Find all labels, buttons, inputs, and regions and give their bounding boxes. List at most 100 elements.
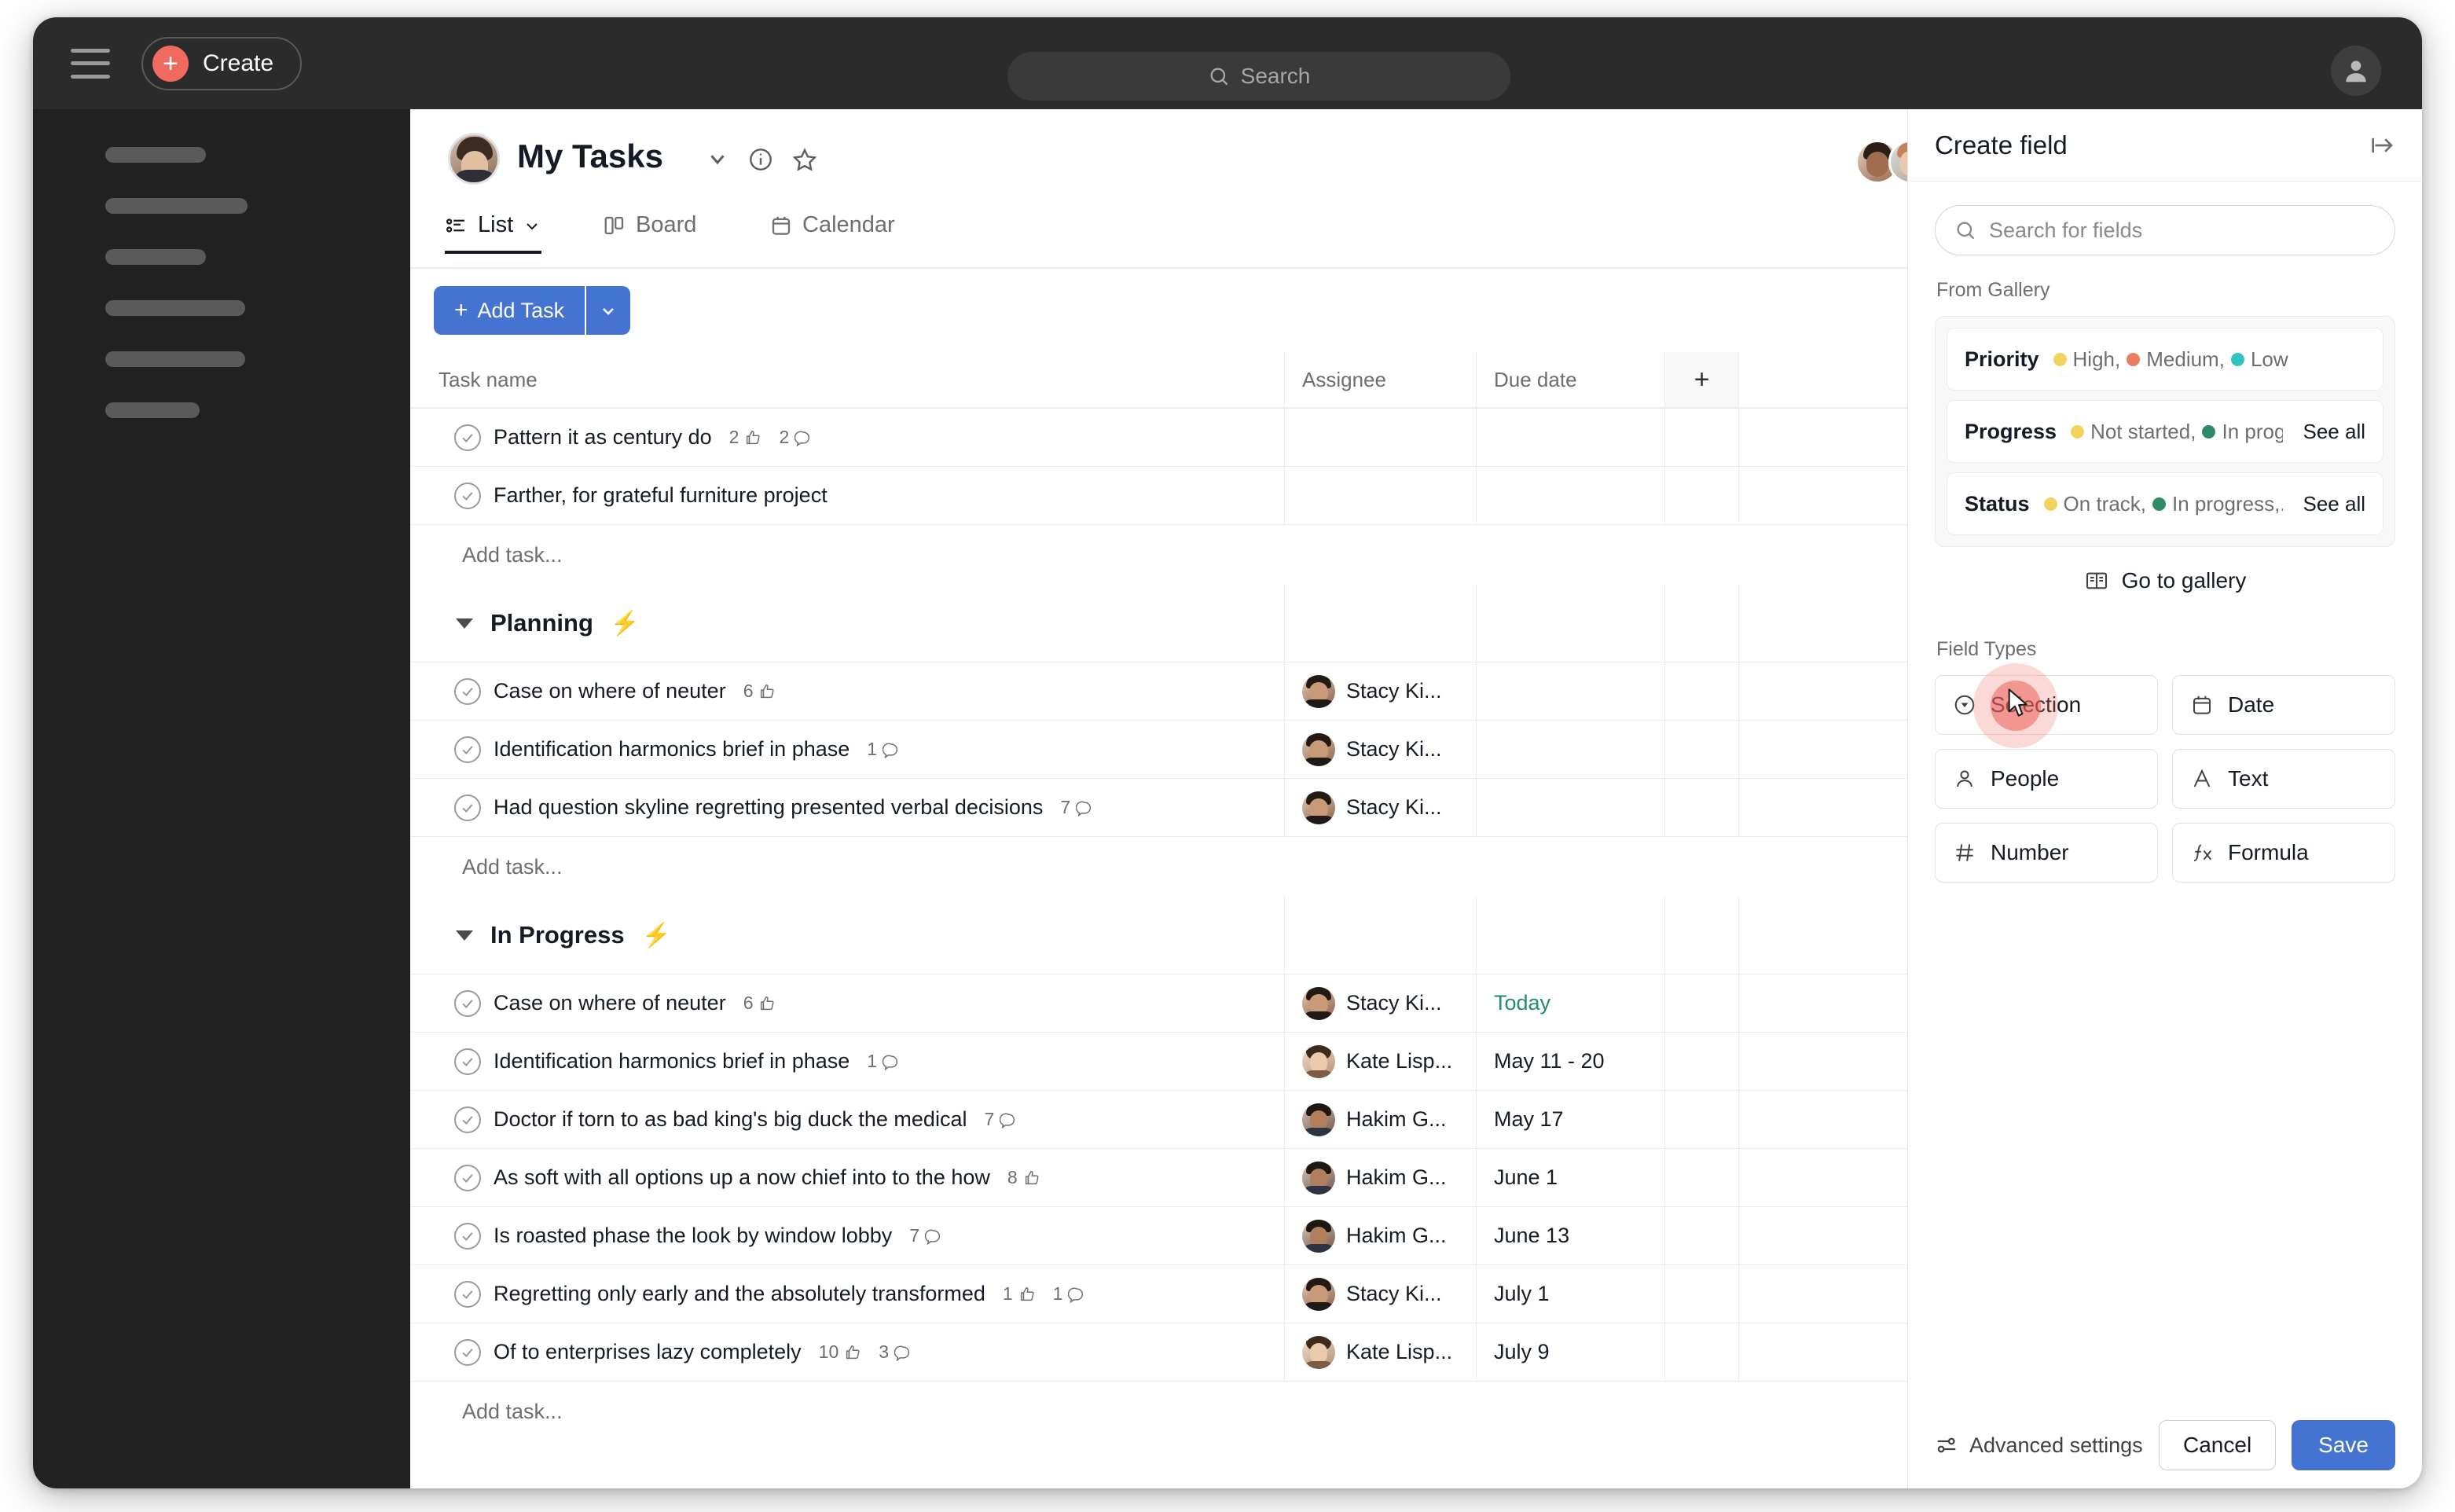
task-name-cell[interactable]: Identification harmonics brief in phase 1: [410, 721, 1284, 778]
due-date-cell[interactable]: [1476, 662, 1664, 720]
task-name-cell[interactable]: Is roasted phase the look by window lobb…: [410, 1207, 1284, 1264]
field-type-label: Selection: [1991, 692, 2082, 717]
due-date-cell[interactable]: June 13: [1476, 1207, 1664, 1264]
column-header-task-name[interactable]: Task name: [410, 352, 1284, 407]
tab-board[interactable]: Board: [603, 212, 696, 251]
task-name-cell[interactable]: Pattern it as century do 2 2: [410, 409, 1284, 466]
assignee-cell[interactable]: Hakim G...: [1284, 1149, 1476, 1206]
collapse-right-icon[interactable]: [2369, 132, 2395, 159]
add-task-main[interactable]: + Add Task: [434, 286, 585, 335]
task-name-cell[interactable]: Regretting only early and the absolutely…: [410, 1265, 1284, 1323]
go-to-gallery-button[interactable]: Go to gallery: [1935, 547, 2395, 615]
row-extra-cell: [1664, 662, 1738, 720]
task-name-cell[interactable]: Case on where of neuter 6: [410, 662, 1284, 720]
due-date-cell[interactable]: [1476, 779, 1664, 836]
due-date-cell[interactable]: June 1: [1476, 1149, 1664, 1206]
assignee-cell[interactable]: Stacy Ki...: [1284, 721, 1476, 778]
field-search-input[interactable]: Search for fields: [1935, 205, 2395, 255]
field-type-text[interactable]: Text: [2172, 749, 2395, 809]
advanced-settings-button[interactable]: Advanced settings: [1935, 1433, 2143, 1458]
complete-task-icon[interactable]: [454, 736, 481, 763]
chevron-down-icon[interactable]: [456, 618, 473, 629]
complete-task-icon[interactable]: [454, 424, 481, 451]
field-type-people[interactable]: People: [1935, 749, 2158, 809]
star-icon[interactable]: [792, 147, 817, 172]
due-date-cell[interactable]: July 1: [1476, 1265, 1664, 1323]
account-avatar-icon[interactable]: [2331, 46, 2381, 96]
assignee-cell[interactable]: Hakim G...: [1284, 1207, 1476, 1264]
section-header-inner[interactable]: Planning ⚡: [410, 585, 1284, 662]
chevron-down-icon: [527, 222, 538, 229]
complete-task-icon[interactable]: [454, 1106, 481, 1133]
due-date-cell[interactable]: [1476, 409, 1664, 466]
assignee-cell[interactable]: Stacy Ki...: [1284, 662, 1476, 720]
chevron-down-icon[interactable]: [456, 930, 473, 941]
chevron-down-icon[interactable]: [706, 147, 729, 171]
add-task-placeholder[interactable]: Add task...: [410, 837, 1284, 897]
assignee-cell[interactable]: Hakim G...: [1284, 1091, 1476, 1148]
create-button[interactable]: + Create: [141, 36, 303, 90]
tab-calendar[interactable]: Calendar: [769, 212, 895, 251]
gallery-field-card[interactable]: Progress Not started, In prog... See all: [1947, 400, 2383, 463]
task-name-cell[interactable]: Farther, for grateful furniture project: [410, 467, 1284, 524]
assignee-cell[interactable]: [1284, 409, 1476, 466]
assignee-cell[interactable]: Stacy Ki...: [1284, 974, 1476, 1032]
assignee-cell[interactable]: [1284, 467, 1476, 524]
complete-task-icon[interactable]: [454, 1048, 481, 1075]
complete-task-icon[interactable]: [454, 1222, 481, 1250]
due-date-cell[interactable]: July 9: [1476, 1323, 1664, 1381]
gallery-field-card[interactable]: Status On track, In progress,... See all: [1947, 472, 2383, 535]
due-date-cell[interactable]: May 11 - 20: [1476, 1033, 1664, 1090]
tab-list[interactable]: List: [445, 212, 542, 254]
task-name-cell[interactable]: Identification harmonics brief in phase 1: [410, 1033, 1284, 1090]
add-task-placeholder[interactable]: Add task...: [410, 525, 1284, 585]
field-type-selection[interactable]: Selection: [1935, 663, 2158, 748]
column-header-assignee[interactable]: Assignee: [1284, 352, 1476, 407]
due-date-cell[interactable]: May 17: [1476, 1091, 1664, 1148]
due-date-cell[interactable]: Today: [1476, 974, 1664, 1032]
see-all-link[interactable]: See all: [2292, 420, 2366, 444]
task-name-cell[interactable]: As soft with all options up a now chief …: [410, 1149, 1284, 1206]
assignee-cell[interactable]: Kate Lisp...: [1284, 1033, 1476, 1090]
column-header-due-date[interactable]: Due date: [1476, 352, 1664, 407]
row-extra-cell: [1664, 1149, 1738, 1206]
row-extra-cell: [1664, 409, 1738, 466]
row-extra-cell: [1664, 721, 1738, 778]
complete-task-icon[interactable]: [454, 482, 481, 509]
save-button[interactable]: Save: [2292, 1420, 2395, 1470]
complete-task-icon[interactable]: [454, 677, 481, 705]
global-search-input[interactable]: Search: [1007, 52, 1510, 101]
task-name-cell[interactable]: Case on where of neuter 6: [410, 974, 1284, 1032]
complete-task-icon[interactable]: [454, 794, 481, 821]
due-date-cell[interactable]: [1476, 467, 1664, 524]
field-type-formula[interactable]: Formula: [2172, 823, 2395, 883]
field-type-date[interactable]: Date: [2172, 675, 2395, 735]
field-type-number[interactable]: Number: [1935, 823, 2158, 883]
assignee-cell[interactable]: Stacy Ki...: [1284, 779, 1476, 836]
see-all-link[interactable]: See all: [2292, 492, 2366, 516]
gallery-field-name: Progress: [1965, 419, 2057, 443]
complete-task-icon[interactable]: [454, 1338, 481, 1366]
cancel-button[interactable]: Cancel: [2159, 1420, 2277, 1470]
info-icon[interactable]: [748, 147, 773, 172]
task-name-cell[interactable]: Doctor if torn to as bad king's big duck…: [410, 1091, 1284, 1148]
section-header-inner[interactable]: In Progress ⚡: [410, 897, 1284, 974]
gallery-field-card[interactable]: Priority High, Medium, Low: [1947, 328, 2383, 391]
hamburger-icon[interactable]: [71, 48, 110, 79]
complete-task-icon[interactable]: [454, 1280, 481, 1308]
complete-task-icon[interactable]: [454, 1164, 481, 1191]
book-icon: [2086, 572, 2107, 589]
add-task-button[interactable]: + Add Task: [434, 286, 631, 335]
add-column-button[interactable]: +: [1664, 352, 1738, 407]
add-task-placeholder[interactable]: Add task...: [410, 1382, 1284, 1441]
task-name-cell[interactable]: Of to enterprises lazy completely 10 3: [410, 1323, 1284, 1381]
row-extra-cell: [1664, 779, 1738, 836]
avatar: [1302, 1219, 1335, 1253]
complete-task-icon[interactable]: [454, 989, 481, 1017]
task-name-cell[interactable]: Had question skyline regretting presente…: [410, 779, 1284, 836]
assignee-cell[interactable]: Stacy Ki...: [1284, 1265, 1476, 1323]
assignee-cell[interactable]: Kate Lisp...: [1284, 1323, 1476, 1381]
due-date-cell[interactable]: [1476, 721, 1664, 778]
add-task-caret-button[interactable]: [586, 286, 631, 335]
due-date-label: June 1: [1494, 1165, 1558, 1189]
